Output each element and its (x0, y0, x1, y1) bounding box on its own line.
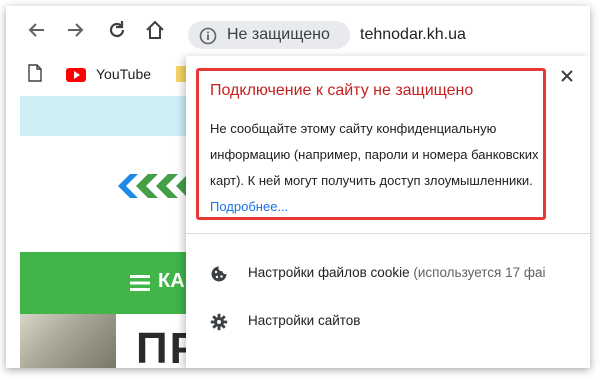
address-bar-url[interactable]: tehnodar.kh.ua (360, 26, 466, 44)
cookie-settings-title: Настройки файлов cookie (248, 265, 410, 280)
cookie-settings-count: (используется 17 фаі (413, 265, 546, 280)
learn-more-link[interactable]: Подробнее... (210, 199, 288, 214)
reload-icon (109, 21, 125, 38)
reload-button[interactable] (106, 19, 128, 41)
youtube-icon (66, 68, 86, 82)
folder-icon[interactable] (176, 66, 186, 82)
site-settings-row[interactable]: Настройки сайтов (186, 302, 590, 342)
home-button[interactable] (144, 19, 166, 41)
cookie-settings-row[interactable]: Настройки файлов cookie (используется 17… (186, 254, 590, 294)
popup-body-text: Не сообщайте этому сайту конфиденциальну… (210, 121, 539, 188)
back-arrow-icon (28, 23, 44, 37)
hamburger-menu-icon[interactable] (130, 274, 150, 292)
popup-divider (186, 233, 590, 234)
home-icon (146, 20, 164, 39)
security-chip-label: Не защищено (227, 26, 330, 43)
popup-message: Не сообщайте этому сайту конфиденциальну… (210, 116, 540, 220)
close-icon[interactable] (559, 68, 575, 84)
cookie-settings-label: Настройки файлов cookie (используется 17… (248, 265, 546, 280)
bookmark-youtube[interactable]: YouTube (96, 66, 151, 82)
site-settings-label: Настройки сайтов (248, 313, 361, 328)
document-icon[interactable] (28, 64, 42, 82)
forward-button[interactable] (64, 19, 86, 41)
page-photo (20, 314, 116, 368)
popup-title: Подключение к сайту не защищено (210, 82, 474, 99)
site-menu-label[interactable]: КА (158, 270, 185, 293)
gear-icon (210, 313, 228, 331)
info-icon (199, 27, 217, 45)
cookie-icon (211, 266, 227, 282)
browser-window: Не защищено tehnodar.kh.ua YouTube КА ПР… (6, 6, 590, 368)
back-button[interactable] (26, 19, 48, 41)
forward-arrow-icon (68, 23, 84, 37)
